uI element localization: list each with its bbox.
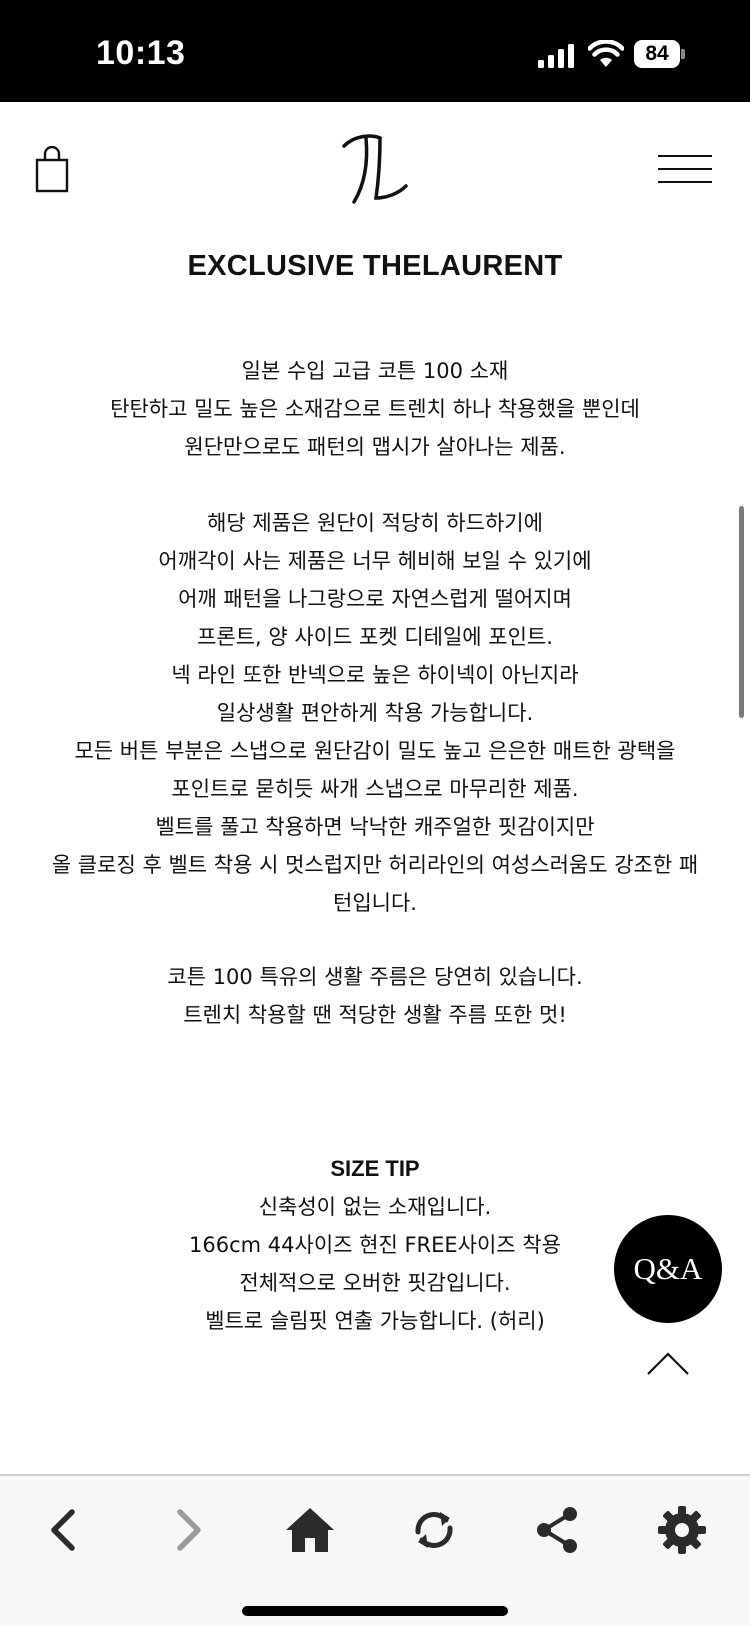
description-line: 벨트를 풀고 착용하면 낙낙한 캐주얼한 핏감이지만 (155, 815, 595, 839)
hamburger-menu-icon[interactable] (658, 154, 712, 184)
shopping-bag-icon[interactable] (34, 146, 70, 194)
description-line: 해당 제품은 원단이 적당히 하드하기에 (207, 511, 543, 535)
scroll-to-top-chevron-up-icon[interactable] (646, 1350, 690, 1376)
back-icon[interactable] (34, 1502, 94, 1558)
forward-icon[interactable] (158, 1502, 218, 1558)
description-block-1: 일본 수입 고급 코튼 100 소재 탄탄하고 밀도 높은 소재감으로 트렌치 … (0, 352, 750, 466)
description-line: 턴입니다. (333, 891, 417, 915)
home-icon[interactable] (280, 1502, 340, 1558)
size-tip-title: SIZE TIP (330, 1156, 420, 1181)
browser-toolbar (0, 1474, 750, 1626)
share-icon[interactable] (528, 1502, 588, 1558)
page-title: EXCLUSIVE THELAURENT (187, 250, 563, 282)
description-line: 코튼 100 특유의 생활 주름은 당연히 있습니다. (167, 965, 583, 989)
description-line: 모든 버튼 부분은 스냅으로 원단감이 밀도 높고 은은한 매트한 광택을 (74, 739, 676, 763)
status-time: 10:13 (96, 34, 186, 72)
description-line: 탄탄하고 밀도 높은 소재감으로 트렌치 하나 착용했을 뿐인데 (110, 397, 640, 421)
status-bar: 10:13 84 (0, 0, 750, 102)
size-tip-line: 신축성이 없는 소재입니다. (258, 1195, 492, 1219)
description-line: 트렌치 착용할 땐 적당한 생활 주름 또한 멋! (183, 1003, 567, 1027)
description-line: 프론트, 양 사이드 포켓 디테일에 포인트. (197, 625, 553, 649)
description-line: 넥 라인 또한 반넥으로 높은 하이넥이 아닌지라 (171, 663, 579, 687)
description-line: 어깨각이 사는 제품은 너무 헤비해 보일 수 있기에 (158, 549, 592, 573)
description-line: 원단만으로도 패턴의 맵시가 살아나는 제품. (184, 435, 566, 459)
description-line: 일본 수입 고급 코튼 100 소재 (241, 359, 509, 383)
description-block-3: 코튼 100 특유의 생활 주름은 당연히 있습니다. 트렌치 착용할 땐 적당… (0, 958, 750, 1034)
refresh-icon[interactable] (404, 1502, 464, 1558)
battery-icon: 84 (634, 40, 685, 68)
qa-button[interactable]: Q&A (614, 1215, 722, 1323)
battery-level: 84 (645, 42, 669, 65)
scrollbar[interactable] (739, 506, 744, 718)
description-line: 올 클로징 후 벨트 착용 시 멋스럽지만 허리라인의 여성스러움도 강조한 패 (51, 853, 699, 877)
thelaurent-logo[interactable] (340, 132, 410, 206)
description-block-2: 해당 제품은 원단이 적당히 하드하기에 어깨각이 사는 제품은 너무 헤비해 … (0, 504, 750, 922)
home-indicator (242, 1606, 508, 1616)
site-header (0, 102, 750, 232)
description-line: 포인트로 묻히듯 싸개 스냅으로 마무리한 제품. (171, 777, 579, 801)
description-line: 일상생활 편안하게 착용 가능합니다. (216, 701, 534, 725)
wifi-icon (588, 40, 624, 67)
signal-icon (538, 44, 574, 68)
description-line: 어깨 패턴을 나그랑으로 자연스럽게 떨어지며 (178, 587, 572, 611)
settings-icon[interactable] (652, 1502, 712, 1558)
